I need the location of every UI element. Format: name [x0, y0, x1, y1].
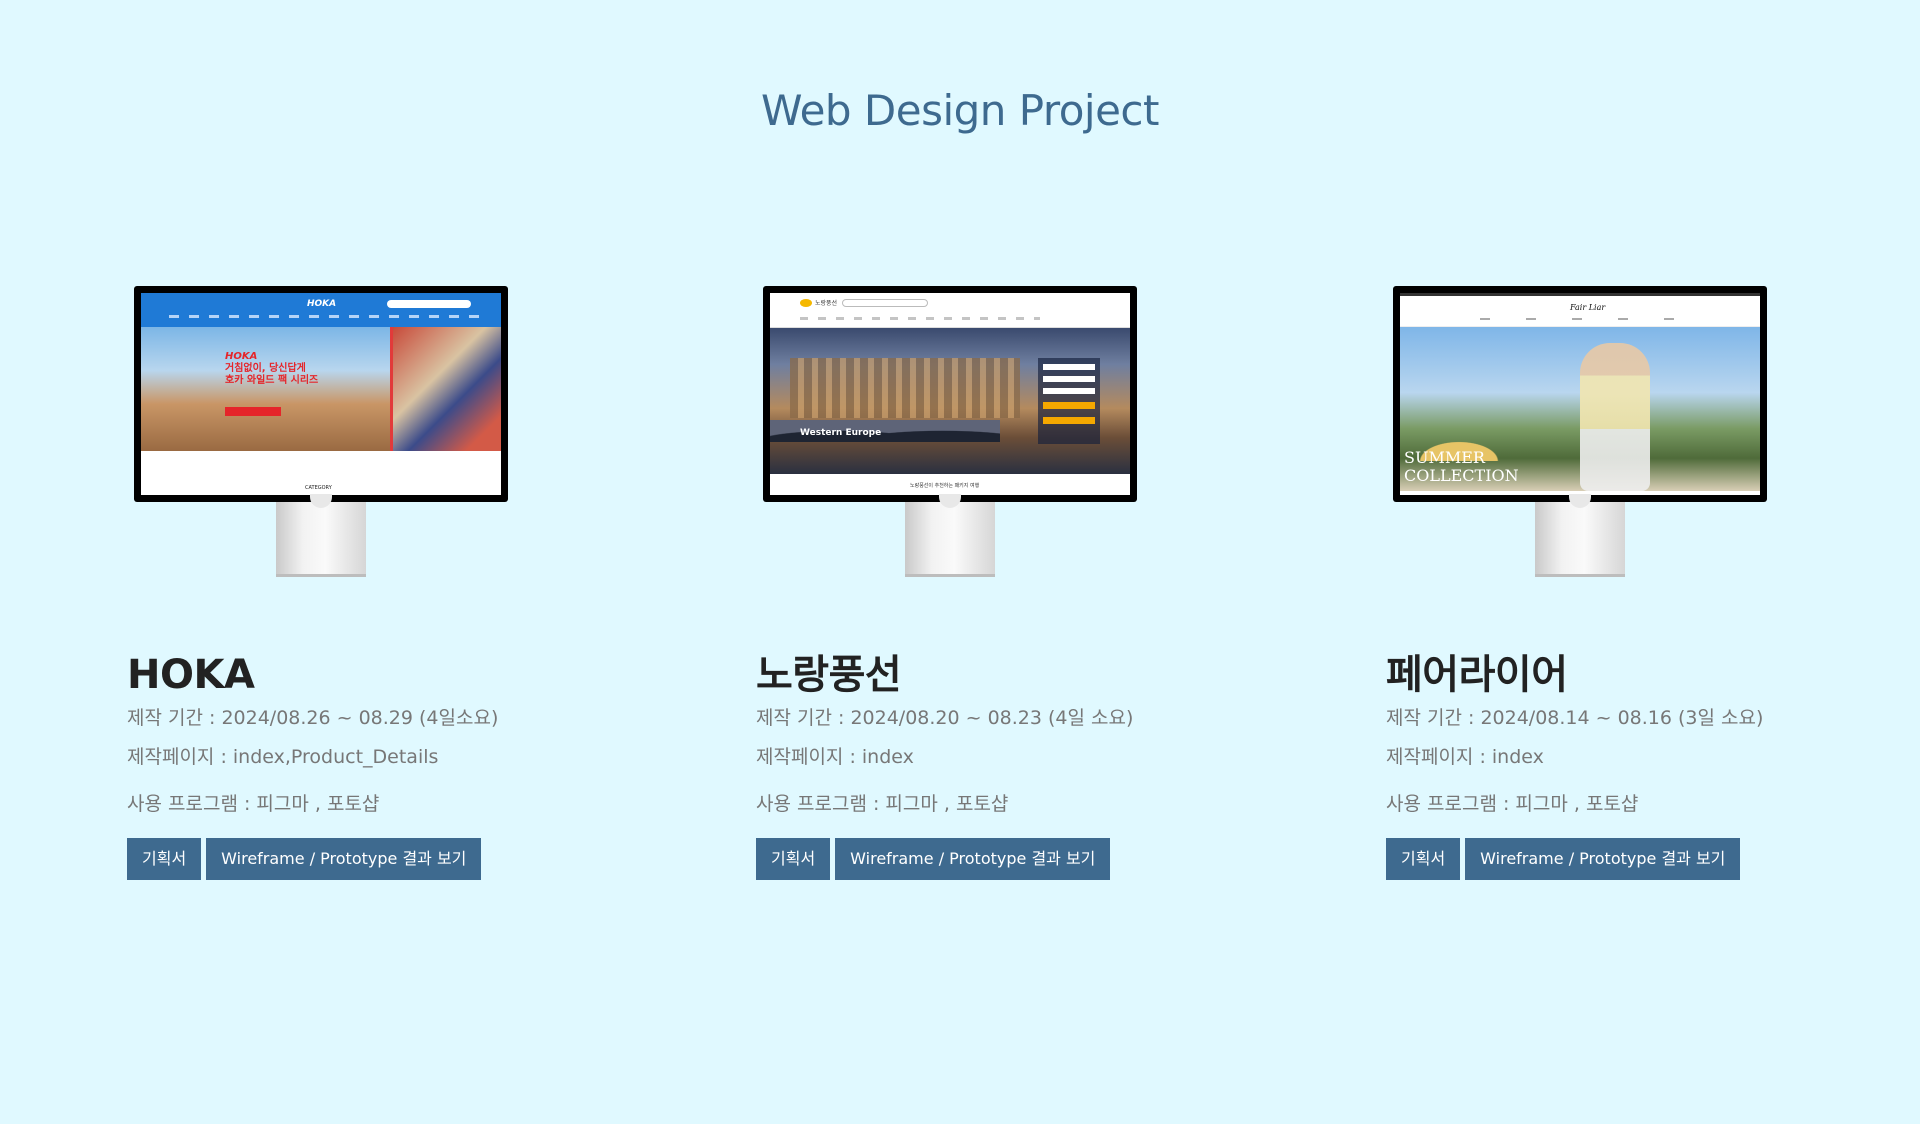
project-title: HOKA	[127, 652, 255, 698]
fairliar-caption-line: COLLECTION	[1404, 466, 1519, 485]
hoka-shoes-image	[390, 327, 501, 451]
hoka-headline-line: 거침없이, 당신답게	[225, 363, 306, 374]
project-title: 페어라이어	[1386, 652, 1568, 698]
project-period: 제작 기간 : 2024/08.14 ~ 08.16 (3일 소요)	[1386, 707, 1764, 729]
menu-strip	[1480, 318, 1700, 320]
fairliar-header: Fair Liar	[1400, 296, 1760, 327]
monitor-stand	[1535, 494, 1625, 577]
plan-button[interactable]: 기획서	[756, 838, 831, 880]
balloon-footer: 노랑풍선이 추천하는 패키지 여행	[770, 474, 1130, 495]
booking-form	[1038, 358, 1100, 444]
menu-strip	[800, 317, 1040, 320]
result-button[interactable]: Wireframe / Prototype 결과 보기	[1465, 838, 1741, 880]
balloon-logo: 노랑풍선	[815, 300, 838, 307]
result-button[interactable]: Wireframe / Prototype 결과 보기	[206, 838, 482, 880]
project-period: 제작 기간 : 2024/08.20 ~ 08.23 (4일 소요)	[756, 707, 1134, 729]
hoka-headline: HOKA 거침없이, 당신답게 호카 와일드 팩 시리즈	[225, 351, 318, 387]
menu-strip	[169, 315, 481, 318]
monitor-bezel: Fair Liar SUMMER COLLECTION	[1393, 286, 1767, 502]
balloon-caption: Western Europe	[800, 428, 882, 438]
hoka-screenshot: HOKA HOKA 거침없이, 당신답게 호카 와일드 팩 시리즈 CATEGO…	[141, 293, 501, 495]
monitor-stand	[905, 494, 995, 577]
fairliar-screenshot: Fair Liar SUMMER COLLECTION	[1400, 293, 1760, 495]
monitor-bezel: HOKA HOKA 거침없이, 당신답게 호카 와일드 팩 시리즈 CATEGO…	[134, 286, 508, 502]
fairliar-caption-line: SUMMER	[1404, 448, 1485, 467]
building-shape	[790, 358, 1020, 418]
project-title: 노랑풍선	[756, 652, 902, 698]
project-buttons: 기획서 Wireframe / Prototype 결과 보기	[127, 838, 647, 880]
project-period: 제작 기간 : 2024/08.26 ~ 08.29 (4일소요)	[127, 707, 499, 729]
project-card-yellow-balloon: 노랑풍선 Western Europe 노랑풍선이 추천하는 패키지 여행 노랑…	[756, 286, 1276, 880]
hoka-footer-label: CATEGORY	[305, 485, 332, 491]
hoka-hero-image: HOKA 거침없이, 당신답게 호카 와일드 팩 시리즈	[141, 327, 501, 451]
project-card-fairliar: Fair Liar SUMMER COLLECTION 페어라이어 제작 기간 …	[1386, 286, 1906, 880]
project-card-hoka: HOKA HOKA 거침없이, 당신답게 호카 와일드 팩 시리즈 CATEGO…	[127, 286, 647, 880]
project-tools: 사용 프로그램 : 피그마 , 포토샵	[1386, 793, 1639, 815]
fairliar-logo: Fair Liar	[1570, 303, 1606, 312]
monitor-mockup[interactable]: 노랑풍선 Western Europe 노랑풍선이 추천하는 패키지 여행	[763, 286, 1143, 577]
search-bar	[842, 299, 928, 307]
monitor-bezel: 노랑풍선 Western Europe 노랑풍선이 추천하는 패키지 여행	[763, 286, 1137, 502]
balloon-logo-icon	[800, 299, 812, 307]
page-title: Web Design Project	[761, 86, 1159, 135]
fairliar-hero-image: SUMMER COLLECTION	[1400, 327, 1760, 491]
monitor-mockup[interactable]: HOKA HOKA 거침없이, 당신답게 호카 와일드 팩 시리즈 CATEGO…	[134, 286, 514, 577]
project-buttons: 기획서 Wireframe / Prototype 결과 보기	[1386, 838, 1906, 880]
search-bar	[387, 300, 471, 308]
project-pages: 제작페이지 : index,Product_Details	[127, 746, 439, 768]
plan-button[interactable]: 기획서	[1386, 838, 1461, 880]
project-buttons: 기획서 Wireframe / Prototype 결과 보기	[756, 838, 1276, 880]
hoka-footer: CATEGORY	[141, 451, 501, 493]
project-tools: 사용 프로그램 : 피그마 , 포토샵	[756, 793, 1009, 815]
balloon-hero-image: Western Europe	[770, 328, 1130, 474]
hoka-logo: HOKA	[307, 299, 337, 309]
project-pages: 제작페이지 : index	[756, 746, 914, 768]
monitor-stand	[276, 494, 366, 577]
project-tools: 사용 프로그램 : 피그마 , 포토샵	[127, 793, 380, 815]
hoka-headline-line: 호카 와일드 팩 시리즈	[225, 375, 319, 386]
hoka-headline-brand: HOKA	[225, 351, 258, 362]
project-pages: 제작페이지 : index	[1386, 746, 1544, 768]
balloon-screenshot: 노랑풍선 Western Europe 노랑풍선이 추천하는 패키지 여행	[770, 293, 1130, 495]
hoka-nav-bar: HOKA	[141, 293, 501, 327]
fairliar-caption: SUMMER COLLECTION	[1404, 449, 1519, 485]
monitor-mockup[interactable]: Fair Liar SUMMER COLLECTION	[1393, 286, 1773, 577]
balloon-header: 노랑풍선	[770, 293, 1130, 328]
plan-button[interactable]: 기획서	[127, 838, 202, 880]
hoka-cta	[225, 407, 281, 416]
result-button[interactable]: Wireframe / Prototype 결과 보기	[835, 838, 1111, 880]
model-figure	[1580, 343, 1650, 491]
balloon-footer-label: 노랑풍선이 추천하는 패키지 여행	[910, 483, 980, 489]
